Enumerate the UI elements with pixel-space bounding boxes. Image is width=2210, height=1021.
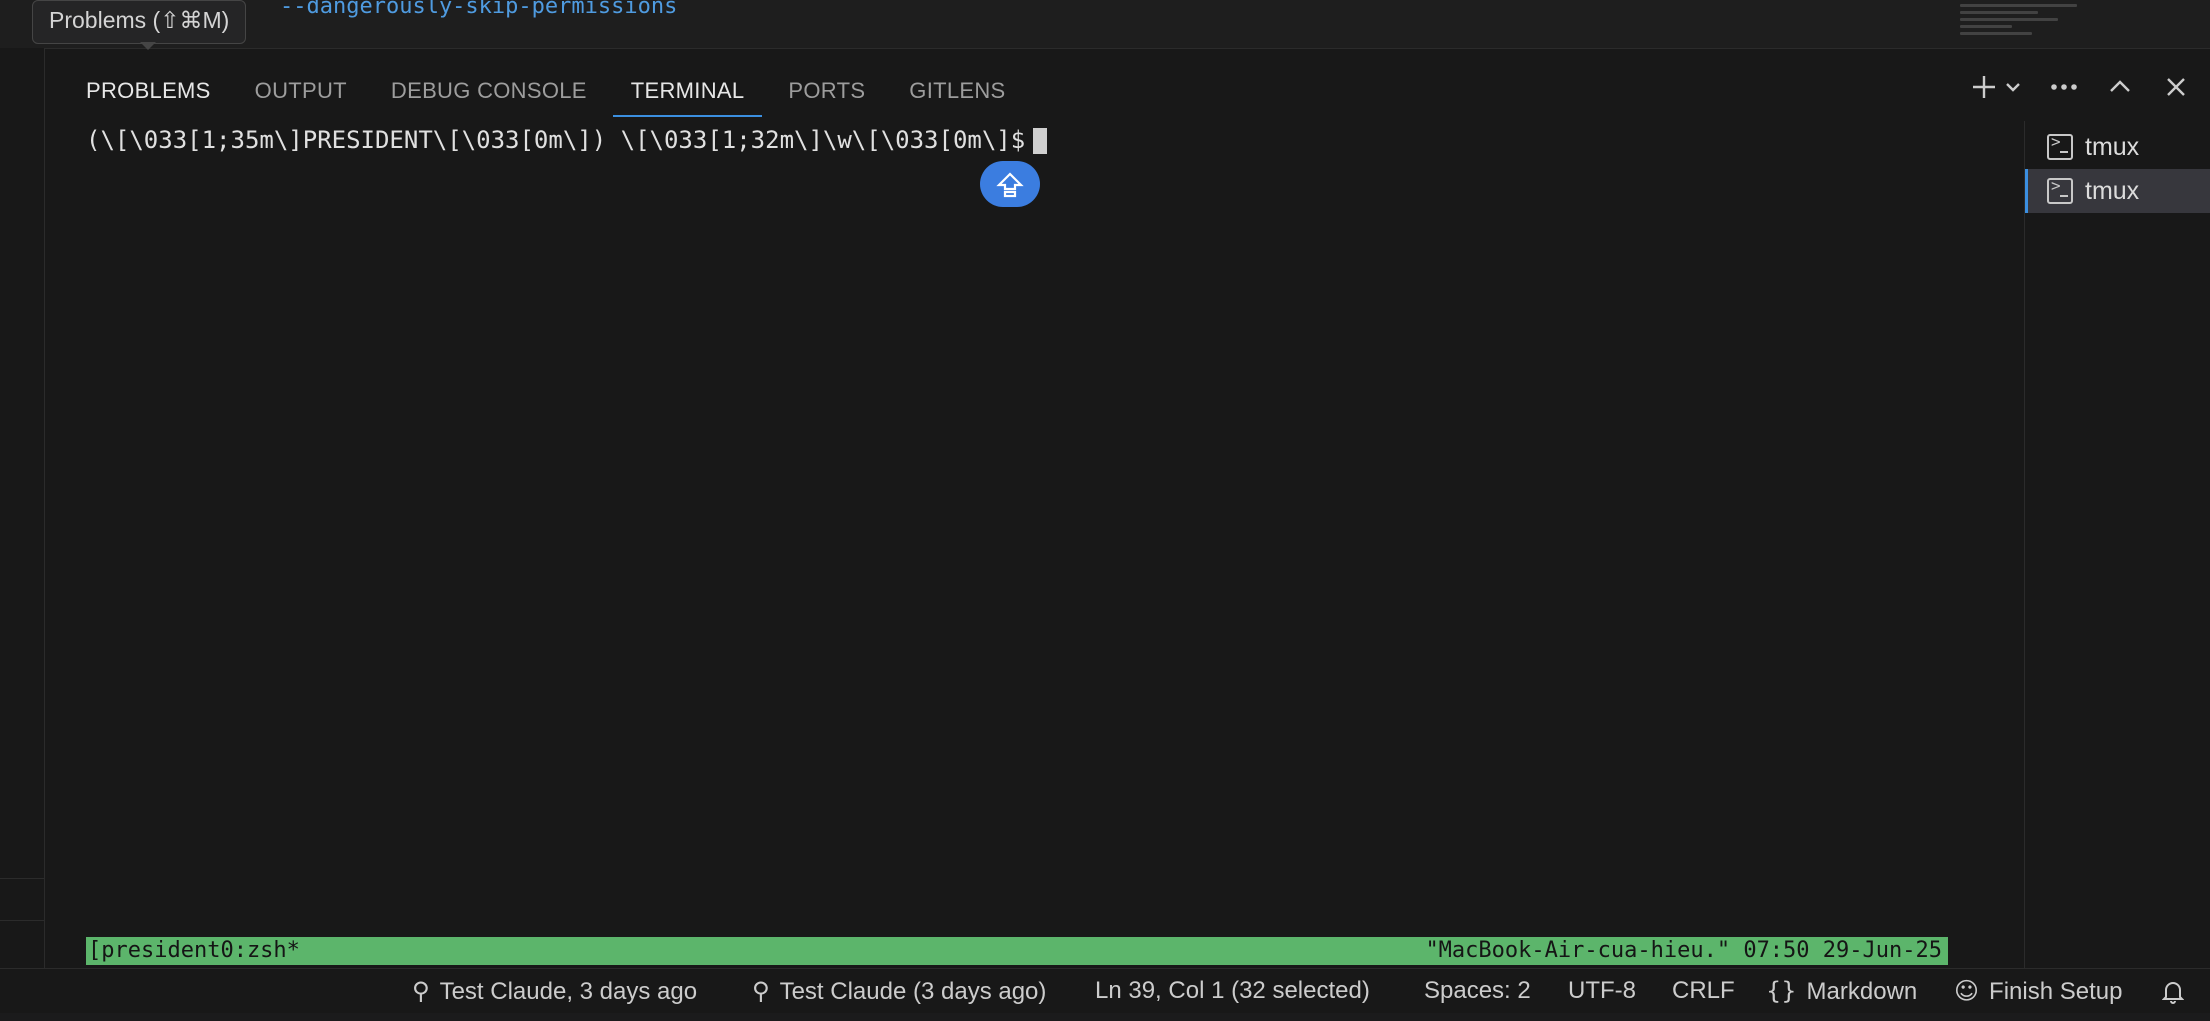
status-language[interactable]: {} Markdown xyxy=(1766,969,1917,1013)
terminal-prompt: (\[\033[1;35m\]PRESIDENT\[\033[0m\]) \[\… xyxy=(86,126,1026,154)
editor-code-line[interactable]: --dangerously-skip-permissions xyxy=(280,0,677,19)
tmux-status-bar: [president0:zsh* "MacBook-Air-cua-hieu."… xyxy=(86,937,1948,965)
editor-area: --dangerously-skip-permissions 40 xyxy=(0,0,2210,48)
panel-tabs: PROBLEMS OUTPUT DEBUG CONSOLE TERMINAL P… xyxy=(86,69,1028,117)
tab-problems[interactable]: PROBLEMS xyxy=(86,69,233,113)
status-indentation[interactable]: Spaces: 2 xyxy=(1424,969,1531,1013)
more-actions-icon[interactable] xyxy=(2050,73,2078,101)
copilot-icon: ☺ xyxy=(1954,977,1980,1005)
terminal-list-item[interactable]: tmux xyxy=(2025,125,2210,169)
terminal-icon xyxy=(2047,176,2073,204)
panel-actions xyxy=(1970,73,2190,101)
close-panel-icon[interactable] xyxy=(2162,73,2190,101)
terminal-list: tmux tmux xyxy=(2024,121,2210,971)
bottom-panel: PROBLEMS OUTPUT DEBUG CONSOLE TERMINAL P… xyxy=(45,48,2210,971)
tmux-host-time: "MacBook-Air-cua-hieu." 07:50 29-Jun-25 xyxy=(1425,938,1942,963)
tooltip-arrow xyxy=(140,42,156,50)
git-commit-icon: ⚲ xyxy=(752,977,770,1005)
new-terminal-icon[interactable] xyxy=(1970,73,1998,101)
terminal-prompt-line: (\[\033[1;35m\]PRESIDENT\[\033[0m\]) \[\… xyxy=(86,123,1986,157)
git-commit-icon: ⚲ xyxy=(412,977,430,1005)
status-bar: ⚲ Test Claude, 3 days ago ⚲ Test Claude (3… xyxy=(0,968,2210,1013)
chevron-down-icon[interactable] xyxy=(2004,73,2022,101)
bell-icon[interactable] xyxy=(2161,969,2185,1013)
status-cursor-position[interactable]: Ln 39, Col 1 (32 selected) xyxy=(1095,969,1370,1013)
terminal-icon xyxy=(2047,132,2073,160)
status-blame-1-label: Test Claude, 3 days ago xyxy=(439,978,698,1005)
terminal-view[interactable]: (\[\033[1;35m\]PRESIDENT\[\033[0m\]) \[\… xyxy=(86,123,1986,933)
status-eol[interactable]: CRLF xyxy=(1672,969,1735,1013)
status-finish-setup[interactable]: ☺ Finish Setup xyxy=(1954,969,2122,1013)
scroll-to-top-button[interactable] xyxy=(980,161,1040,207)
status-language-label: Markdown xyxy=(1806,978,1918,1005)
terminal-list-item[interactable]: tmux xyxy=(2025,169,2210,213)
status-blame-2-label: Test Claude (3 days ago) xyxy=(779,978,1047,1005)
braces-icon: {} xyxy=(1766,977,1797,1005)
status-encoding[interactable]: UTF-8 xyxy=(1568,969,1636,1013)
tmux-session: [president0:zsh* xyxy=(88,938,300,963)
status-blame-2[interactable]: ⚲ Test Claude (3 days ago) xyxy=(752,969,1046,1013)
terminal-list-label: tmux xyxy=(2085,132,2140,161)
terminal-list-label: tmux xyxy=(2085,176,2140,205)
tab-output[interactable]: OUTPUT xyxy=(233,69,369,113)
tab-gitlens[interactable]: GITLENS xyxy=(887,69,1027,113)
tab-ports[interactable]: PORTS xyxy=(766,69,887,113)
tab-terminal[interactable]: TERMINAL xyxy=(609,69,767,117)
minimap[interactable] xyxy=(1960,0,2090,48)
status-blame-1[interactable]: ⚲ Test Claude, 3 days ago xyxy=(412,969,697,1013)
tab-debug-console[interactable]: DEBUG CONSOLE xyxy=(369,69,609,113)
terminal-cursor xyxy=(1033,128,1048,154)
left-gutter xyxy=(0,48,45,968)
status-finish-setup-label: Finish Setup xyxy=(1989,978,2123,1005)
maximize-panel-icon[interactable] xyxy=(2106,73,2134,101)
arrow-up-icon xyxy=(996,172,1024,198)
problems-tooltip: Problems (⇧⌘M) xyxy=(32,0,247,44)
